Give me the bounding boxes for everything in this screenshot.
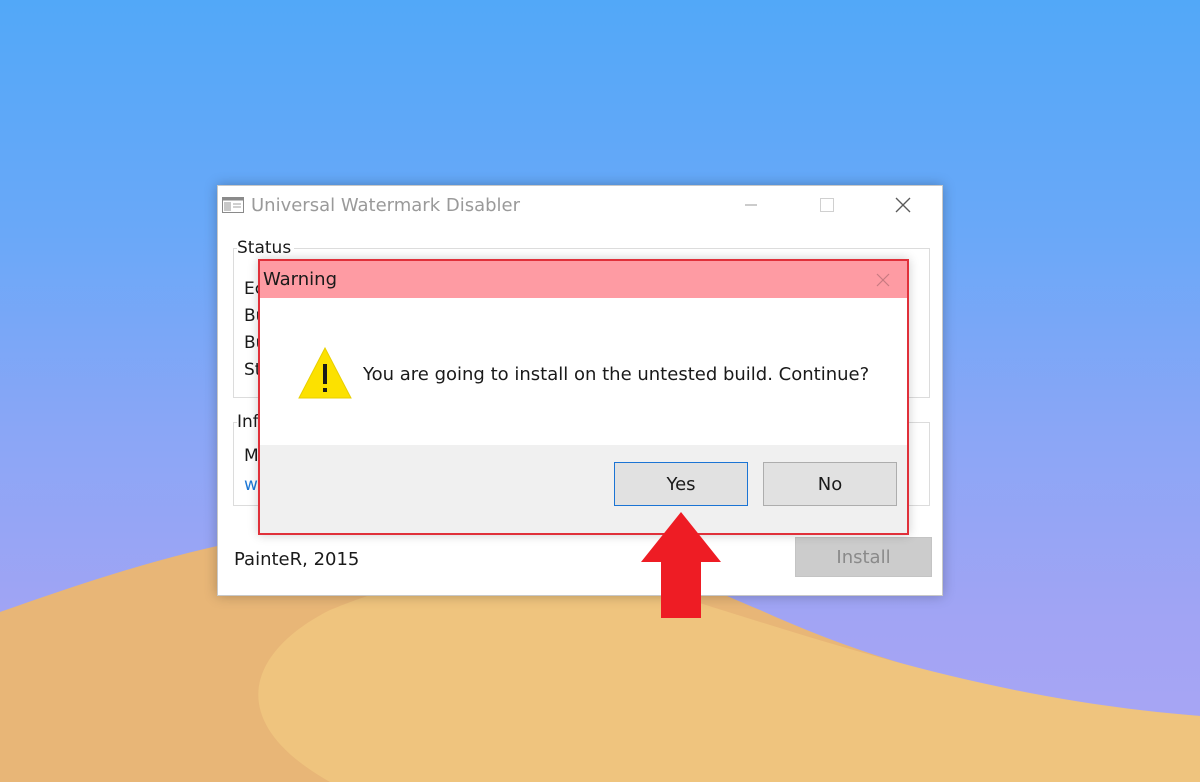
warning-close-button[interactable] (860, 261, 906, 298)
info-row-label: M (244, 446, 259, 466)
close-button[interactable] (880, 186, 926, 224)
main-titlebar[interactable]: Universal Watermark Disabler (218, 186, 942, 226)
app-window-icon (222, 197, 244, 213)
info-website-link[interactable]: w (244, 475, 258, 495)
warning-button-bar: Yes No (260, 445, 907, 533)
arrow-up-icon (641, 512, 721, 618)
window-title: Universal Watermark Disabler (251, 195, 521, 216)
minimize-button[interactable] (728, 186, 774, 224)
warning-message: You are going to install on the untested… (363, 364, 870, 385)
warning-dialog: Warning You are going to install on the … (258, 259, 909, 535)
warning-titlebar[interactable]: Warning (260, 261, 907, 298)
close-icon (895, 197, 911, 213)
minimize-icon (745, 204, 757, 206)
warning-title: Warning (263, 269, 338, 290)
warning-triangle-icon (298, 347, 352, 399)
maximize-icon (820, 198, 834, 212)
author-credit: PainteR, 2015 (234, 549, 360, 570)
maximize-button[interactable] (804, 186, 850, 224)
no-button[interactable]: No (763, 462, 897, 506)
status-group-label: Status (237, 238, 295, 258)
install-button[interactable]: Install (795, 537, 932, 577)
close-icon (876, 273, 890, 286)
yes-button[interactable]: Yes (614, 462, 748, 506)
